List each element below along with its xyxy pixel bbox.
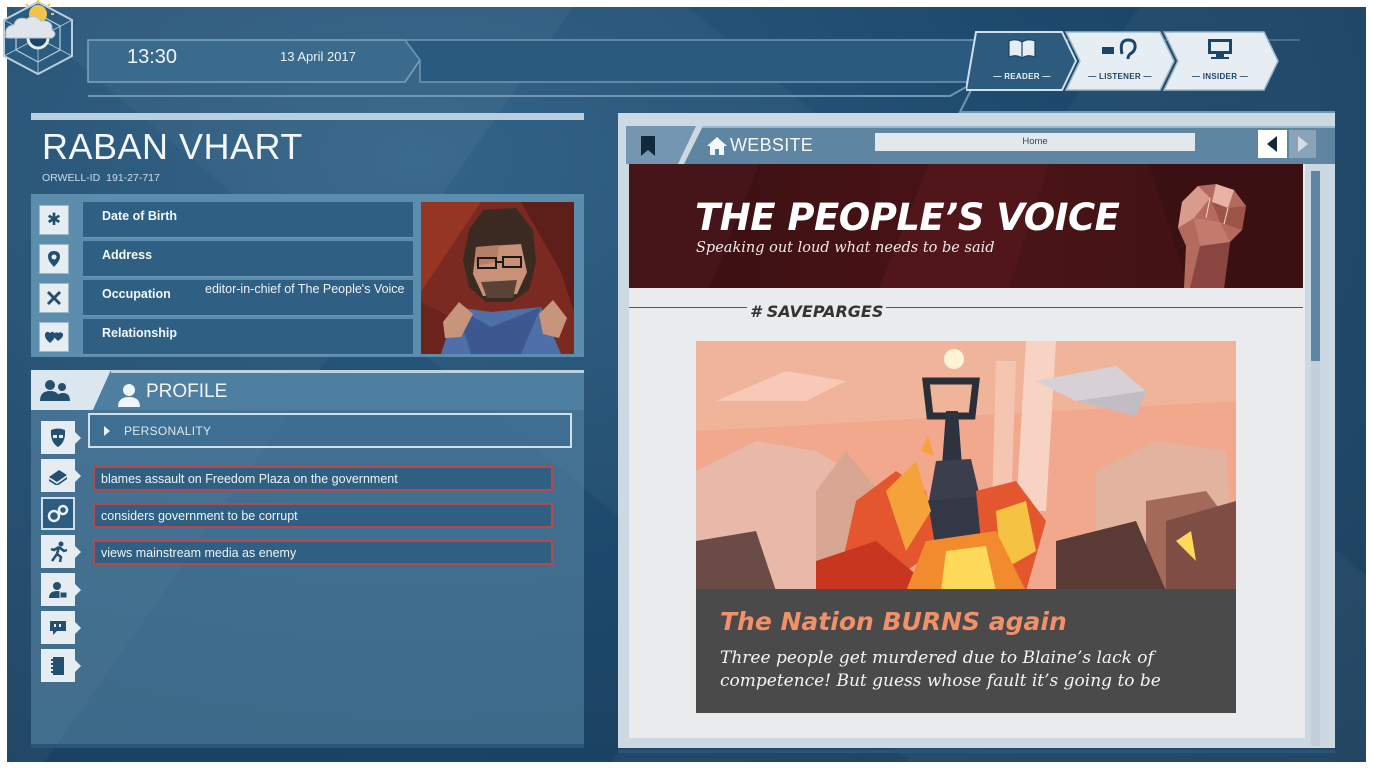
mask-icon[interactable] bbox=[41, 421, 81, 454]
partly-cloudy-icon bbox=[5, 0, 56, 39]
back-arrow-icon bbox=[1267, 136, 1277, 152]
scrollbar-thumb[interactable] bbox=[1311, 171, 1320, 361]
hearts-icon bbox=[39, 322, 69, 352]
gears-icon[interactable] bbox=[41, 497, 75, 530]
forward-button[interactable] bbox=[1289, 130, 1316, 158]
right-panel-bottom-line bbox=[618, 750, 1335, 753]
section-divider bbox=[629, 307, 1303, 308]
info-cell: Relationship bbox=[83, 319, 413, 355]
article-summary: Three people get murdered due to Blaine’… bbox=[720, 648, 1161, 691]
asterisk-icon: ✱ bbox=[39, 205, 69, 235]
info-row-occupation[interactable]: Occupation editor-in-chief of The People… bbox=[39, 280, 445, 316]
mode-tabs: — READER — — LISTENER — — INSIDER — bbox=[966, 30, 1286, 92]
expand-arrow-icon bbox=[104, 426, 110, 436]
book-stack-icon[interactable] bbox=[41, 459, 81, 492]
info-row-address[interactable]: Address bbox=[39, 241, 445, 277]
people-icon bbox=[40, 380, 70, 401]
mode-label-insider: INSIDER bbox=[1202, 72, 1238, 81]
profile-tab[interactable] bbox=[14, 373, 76, 409]
mode-label-listener: LISTENER bbox=[1099, 72, 1141, 81]
speech-bubble-icon[interactable] bbox=[41, 611, 81, 644]
person-icon bbox=[118, 384, 140, 407]
computer-icon bbox=[1208, 39, 1232, 59]
url-bar[interactable]: Home bbox=[875, 133, 1195, 151]
notebook-icon[interactable] bbox=[41, 649, 81, 682]
bookmark-button[interactable] bbox=[640, 135, 656, 157]
location-pin-icon bbox=[39, 244, 69, 274]
info-label: Date of Birth bbox=[102, 209, 177, 223]
trait-text: blames assault on Freedom Plaza on the g… bbox=[101, 472, 398, 486]
left-panel-divider bbox=[31, 113, 584, 120]
clock-time: 13:30 bbox=[127, 46, 178, 68]
profile-title: PROFILE bbox=[146, 381, 228, 402]
top-bar: 13:30 13 April 2017 — READER — — LISTENE… bbox=[0, 0, 1359, 113]
profile-header bbox=[31, 370, 584, 410]
orwell-id-label: ORWELL-ID bbox=[42, 172, 101, 184]
orwell-id: ORWELL-ID 191-27-717 bbox=[42, 172, 166, 184]
person-portrait bbox=[421, 202, 574, 354]
website-tab-label[interactable]: WEBSITE bbox=[730, 135, 813, 156]
trait-item[interactable]: views mainstream media as enemy bbox=[93, 540, 553, 565]
article-headline[interactable]: The Nation BURNS again bbox=[720, 607, 1067, 636]
trait-text: views mainstream media as enemy bbox=[101, 546, 297, 560]
info-label: Relationship bbox=[102, 326, 178, 340]
site-title: THE PEOPLE’S VOICE bbox=[695, 196, 1120, 239]
person-card-icon[interactable] bbox=[41, 573, 81, 606]
trait-item[interactable]: considers government to be corrupt bbox=[93, 503, 553, 528]
tools-icon bbox=[39, 283, 69, 313]
hashtag-heading[interactable]: # SAVEPARGES bbox=[747, 302, 887, 321]
ear-icon bbox=[1102, 38, 1137, 60]
mode-tab-insider[interactable]: — INSIDER — bbox=[1172, 30, 1268, 92]
personality-section-header[interactable]: PERSONALITY bbox=[88, 413, 572, 448]
article-illustration bbox=[696, 341, 1236, 591]
home-icon bbox=[707, 137, 727, 155]
info-value: editor-in-chief of The People's Voice bbox=[205, 282, 405, 296]
current-date: 13 April 2017 bbox=[280, 49, 356, 64]
running-icon[interactable] bbox=[41, 535, 81, 568]
bookmark-icon bbox=[641, 136, 655, 156]
trait-text: considers government to be corrupt bbox=[101, 509, 298, 523]
info-cell: Occupation editor-in-chief of The People… bbox=[83, 280, 413, 316]
info-row-relationship[interactable]: Relationship bbox=[39, 319, 445, 355]
forward-arrow-icon bbox=[1298, 136, 1308, 152]
info-label: Occupation bbox=[102, 287, 171, 301]
info-cell: Address bbox=[83, 241, 413, 277]
site-subtitle: Speaking out loud what needs to be said bbox=[696, 240, 995, 256]
back-button[interactable] bbox=[1258, 130, 1287, 158]
mode-tab-reader[interactable]: — READER — bbox=[978, 30, 1066, 92]
person-name: RABAN VHART bbox=[42, 126, 303, 167]
mode-tab-listener[interactable]: — LISTENER — bbox=[1074, 30, 1166, 92]
trait-item[interactable]: blames assault on Freedom Plaza on the g… bbox=[93, 466, 553, 491]
mode-label-reader: READER bbox=[1004, 72, 1040, 81]
person-info-block: ✱ Date of Birth Address Occupation edito… bbox=[31, 194, 584, 357]
info-row-date-of-birth[interactable]: ✱ Date of Birth bbox=[39, 202, 445, 238]
book-icon bbox=[1008, 39, 1036, 59]
orwell-id-value: 191-27-717 bbox=[106, 172, 160, 184]
left-panel-bottom-line bbox=[31, 744, 584, 748]
personality-label: PERSONALITY bbox=[124, 424, 212, 438]
raised-fist-icon bbox=[1178, 184, 1246, 288]
info-label: Address bbox=[102, 248, 153, 262]
info-cell: Date of Birth bbox=[83, 202, 413, 238]
